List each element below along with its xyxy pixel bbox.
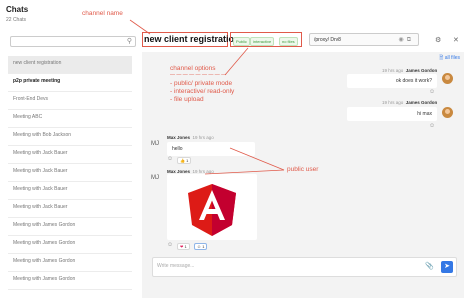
public-user-arrow-2 <box>204 169 285 175</box>
public-private-annotation: - public/ private mode <box>170 80 233 87</box>
interactive-annotation: - interactive/ read-only <box>170 88 235 95</box>
channel-options-arrow <box>224 47 249 76</box>
public-user-annotation: public user <box>287 166 319 173</box>
public-user-arrow-1 <box>229 147 285 171</box>
channel-name-annotation: channel name <box>82 10 123 17</box>
channel-options-annotation: channel options <box>170 65 216 72</box>
channel-name-arrow <box>129 19 151 35</box>
annotation-arrows <box>129 19 285 175</box>
file-upload-annotation: - file upload <box>170 96 204 103</box>
annotation-divider: — — — — — — — — — <box>170 72 227 78</box>
